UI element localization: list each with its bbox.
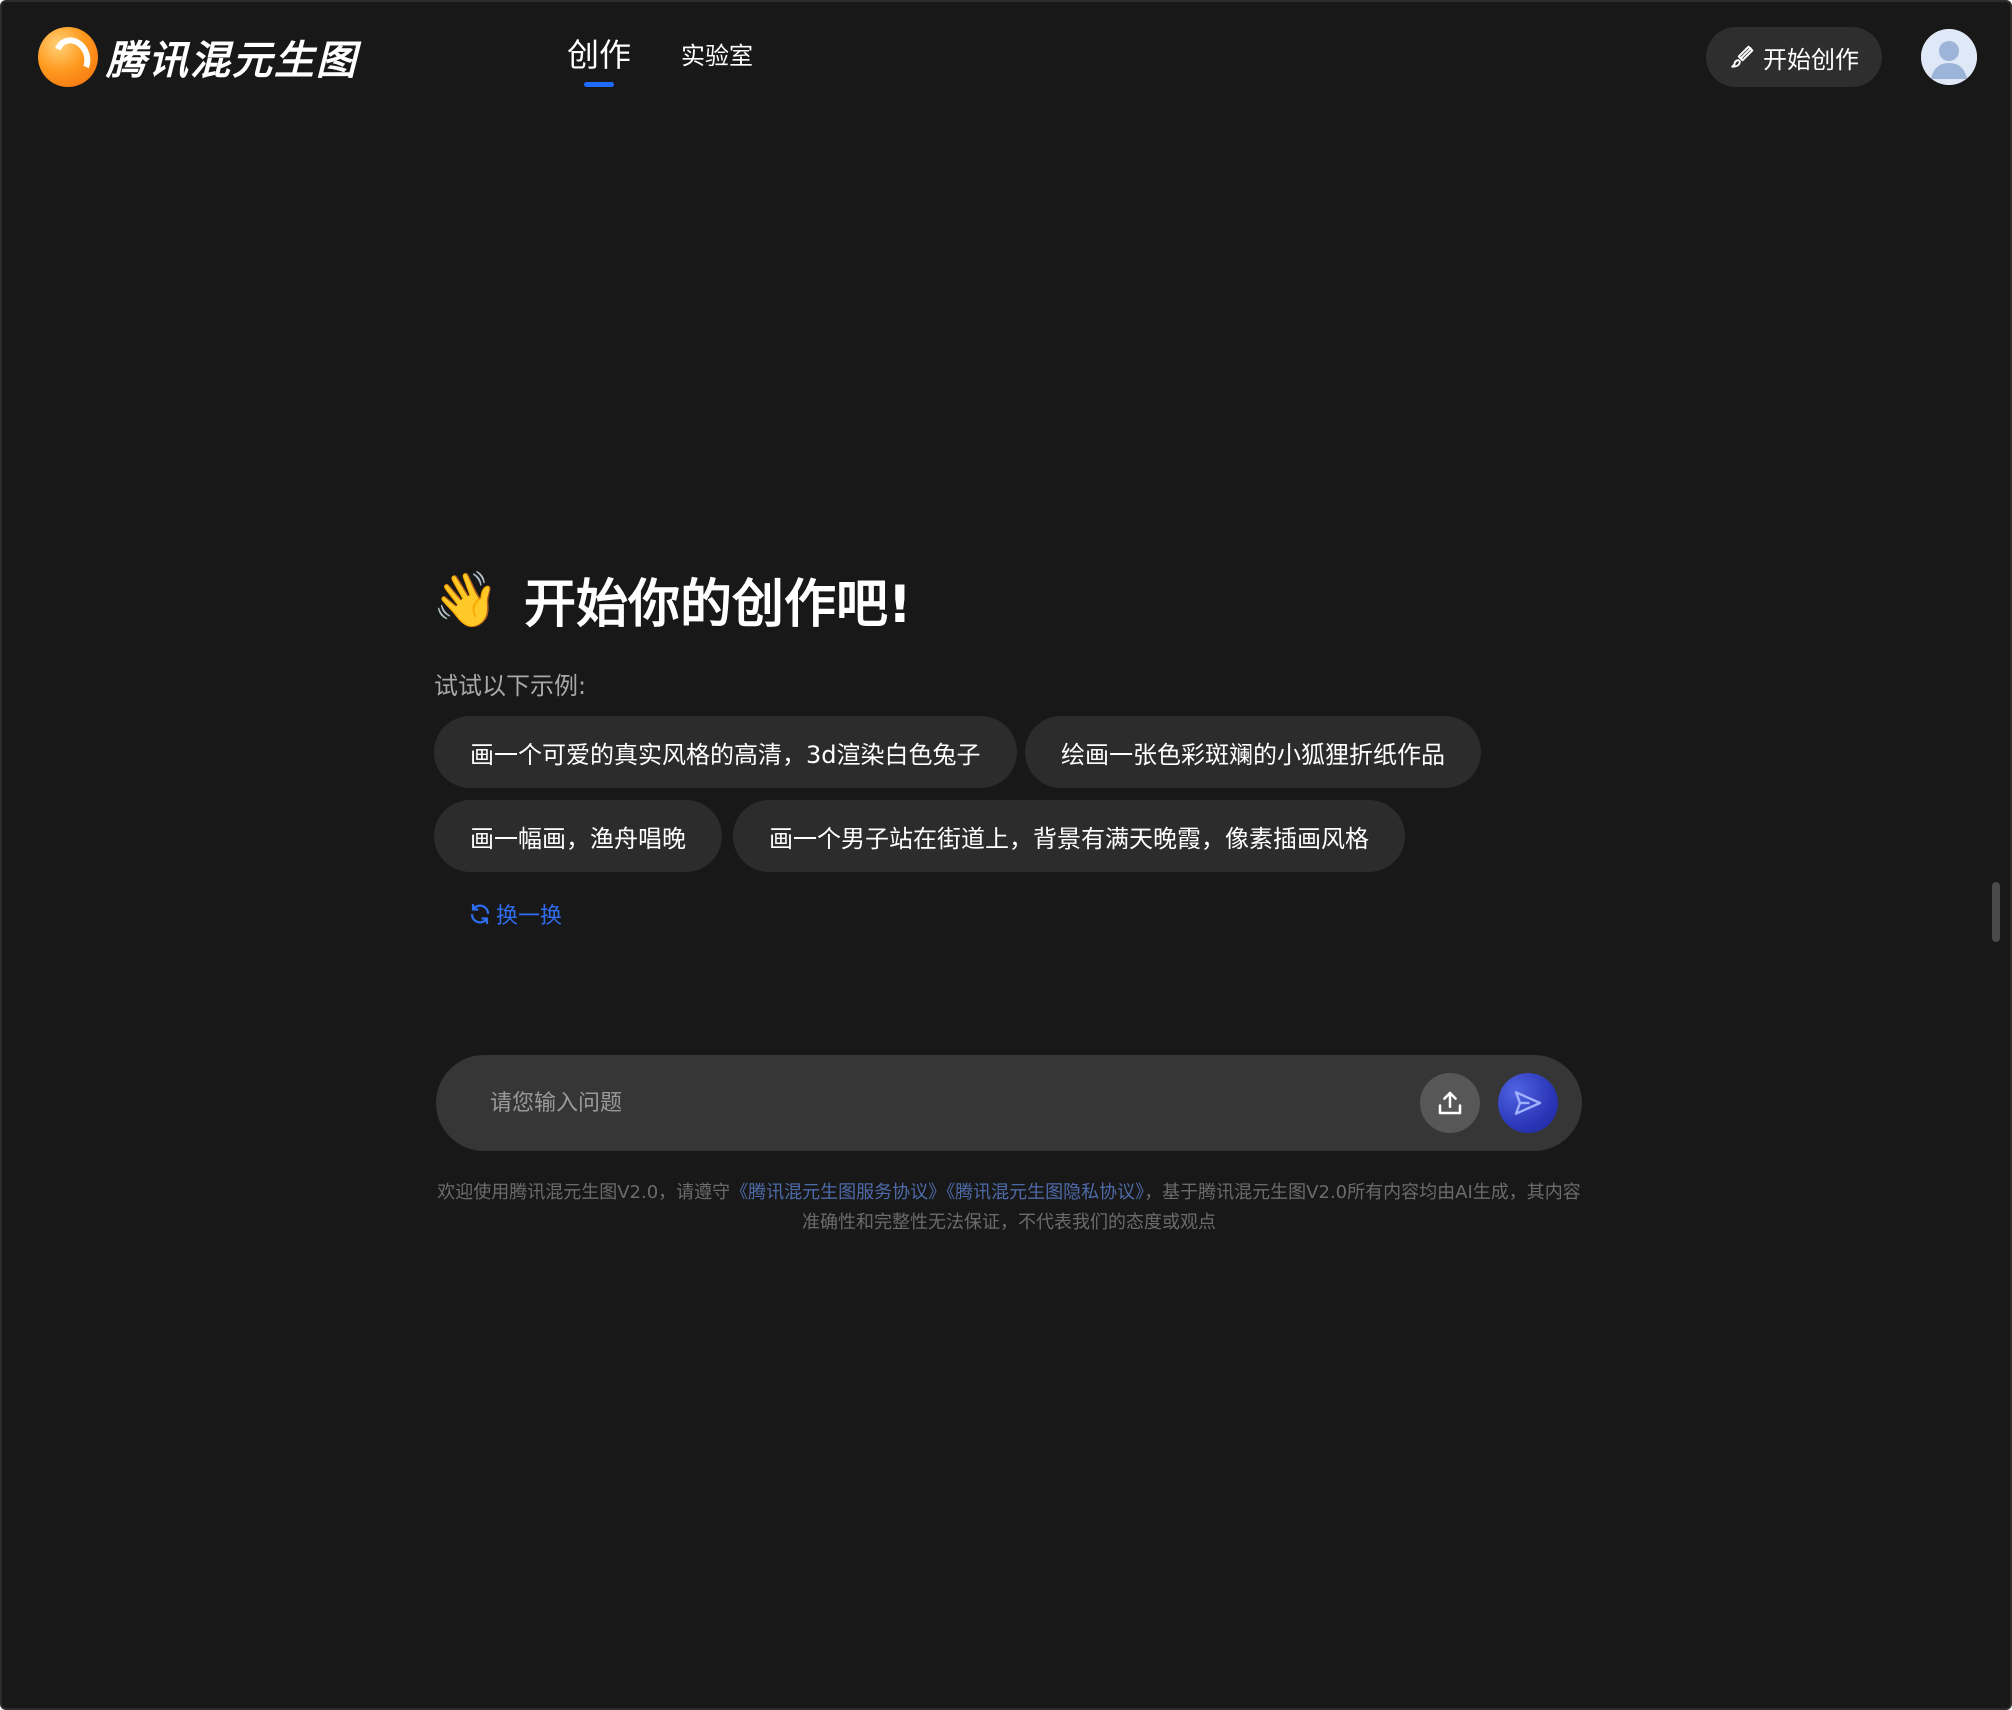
send-icon	[1514, 1091, 1542, 1115]
prompt-input-bar	[436, 1055, 1582, 1151]
tab-create[interactable]: 创作	[567, 30, 632, 87]
example-chip-4[interactable]: 画一个男子站在街道上，背景有满天晚霞，像素插画风格	[733, 800, 1405, 872]
page-title: 开始你的创作吧!	[524, 575, 912, 635]
avatar[interactable]	[1921, 29, 1977, 85]
upload-button[interactable]	[1420, 1073, 1480, 1133]
refresh-examples-button[interactable]: 换一换	[468, 898, 562, 930]
tab-lab-label: 实验室	[681, 42, 754, 70]
tab-create-label: 创作	[567, 36, 632, 74]
example-chip-label: 画一幅画，渔舟唱晚	[470, 824, 686, 853]
disclaimer-text: 欢迎使用腾讯混元生图V2.0，请遵守《腾讯混元生图服务协议》《腾讯混元生图隐私协…	[434, 1178, 1584, 1238]
logo[interactable]: 腾讯混元生图	[38, 26, 358, 88]
waving-hand-icon: 👋	[432, 567, 500, 631]
tab-lab[interactable]: 实验室	[681, 36, 753, 71]
upload-icon	[1438, 1091, 1462, 1115]
start-create-label: 开始创作	[1763, 45, 1859, 74]
main-nav: 创作 实验室	[567, 30, 803, 87]
scrollbar[interactable]	[1992, 882, 2000, 942]
start-create-button[interactable]: 开始创作	[1706, 27, 1882, 87]
service-agreement-link[interactable]: 《腾讯混元生图服务协议》	[730, 1182, 946, 1203]
example-chip-1[interactable]: 画一个可爱的真实风格的高清，3d渲染白色兔子	[434, 716, 1017, 788]
examples-subtitle: 试试以下示例:	[434, 672, 587, 700]
refresh-icon	[470, 903, 490, 925]
user-avatar-icon	[1921, 29, 1977, 85]
example-chip-label: 绘画一张色彩斑斓的小狐狸折纸作品	[1061, 740, 1445, 769]
logo-text: 腾讯混元生图	[106, 38, 358, 84]
top-header: 腾讯混元生图 创作 实验室 开始创作	[2, 2, 2010, 112]
active-tab-indicator	[584, 82, 614, 87]
example-chip-3[interactable]: 画一幅画，渔舟唱晚	[434, 800, 722, 872]
hunyuan-logo-icon	[38, 27, 98, 87]
send-button[interactable]	[1498, 1073, 1558, 1133]
example-chip-label: 画一个可爱的真实风格的高清，3d渲染白色兔子	[470, 740, 981, 769]
disclaimer-prefix: 欢迎使用腾讯混元生图V2.0，请遵守	[437, 1182, 731, 1203]
brush-icon	[1731, 45, 1754, 68]
example-chip-2[interactable]: 绘画一张色彩斑斓的小狐狸折纸作品	[1025, 716, 1481, 788]
hero-heading: 👋 开始你的创作吧!	[432, 562, 912, 637]
app-window: 腾讯混元生图 创作 实验室 开始创作 👋 开始你的创作吧! 试试以下示例: 画一…	[0, 0, 2012, 1710]
example-chip-label: 画一个男子站在街道上，背景有满天晚霞，像素插画风格	[769, 824, 1369, 853]
privacy-agreement-link[interactable]: 《腾讯混元生图隐私协议》	[946, 1182, 1144, 1203]
refresh-label: 换一换	[496, 904, 563, 929]
prompt-input[interactable]	[490, 1081, 1370, 1125]
